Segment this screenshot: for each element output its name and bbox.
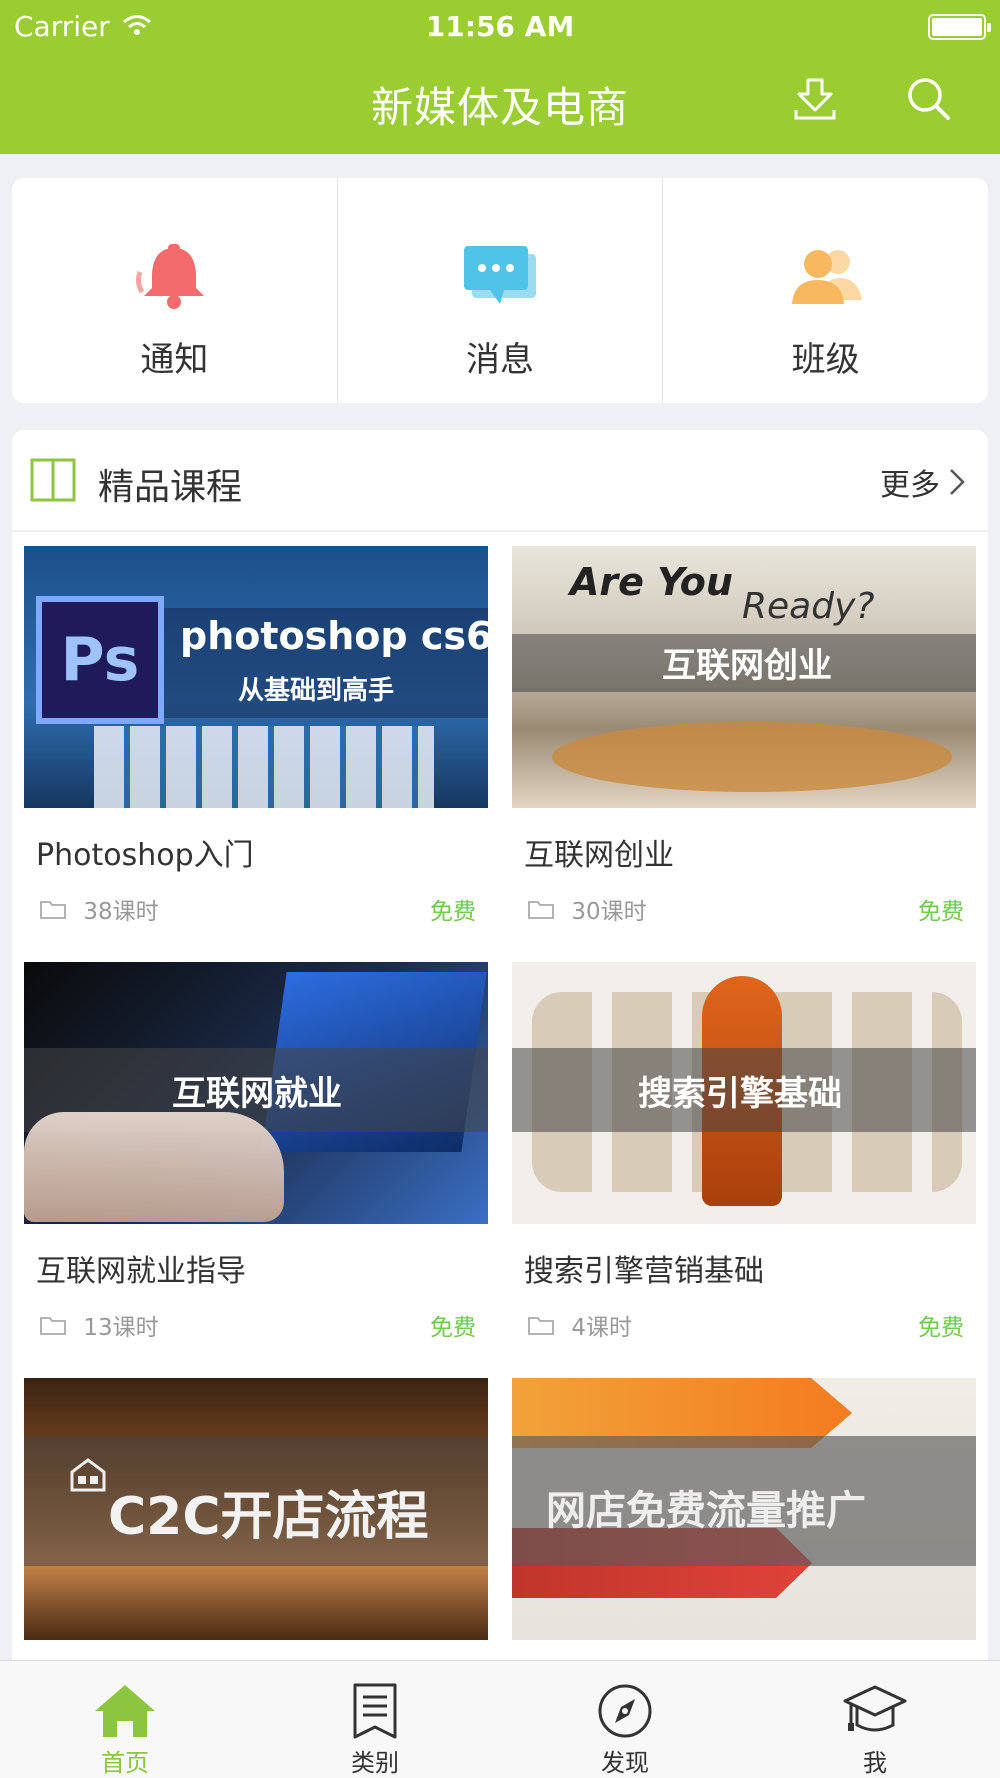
quick-menu: 通知 消息 班级 — [12, 178, 988, 403]
course-card[interactable]: Are You Ready? 互联网创业 互联网创业 30课时 免费 — [512, 546, 976, 925]
section-header: 精品课程 更多 — [12, 430, 988, 532]
chevron-right-icon — [950, 469, 965, 495]
status-time: 11:56 AM — [425, 10, 575, 43]
tab-discover[interactable]: 发现 — [500, 1661, 750, 1778]
compass-icon — [598, 1684, 652, 1738]
hands-graphic — [24, 1112, 284, 1222]
category-icon — [353, 1683, 397, 1739]
course-card[interactable]: 网店免费流量推广 — [512, 1378, 976, 1640]
battery-icon — [928, 14, 991, 40]
tab-label-me: 我 — [863, 1749, 887, 1777]
price-tag: 免费 — [918, 899, 964, 925]
thumb-band-text: 搜索引擎基础 — [638, 1074, 842, 1114]
ps-badge-text: Ps — [42, 602, 158, 718]
course-thumbnail: Ps photoshop cs6 从基础到高手 — [24, 546, 488, 808]
more-link[interactable]: 更多 — [880, 460, 966, 504]
course-meta: 13课时 免费 — [40, 1308, 476, 1342]
thumb-title: Are You — [570, 560, 733, 604]
tab-category[interactable]: 类别 — [250, 1661, 500, 1778]
quick-label-message: 消息 — [466, 340, 534, 380]
course-card[interactable]: 搜索引擎基础 搜索引擎营销基础 4课时 免费 — [512, 962, 976, 1341]
thumb-band-text: 网店免费流量推广 — [546, 1488, 866, 1534]
course-card[interactable]: C2C开店流程 — [24, 1378, 488, 1640]
thumb-band-text: C2C开店流程 — [108, 1487, 429, 1547]
table-graphic — [552, 722, 952, 792]
page-title: 新媒体及电商 — [370, 83, 629, 132]
header-bar: Carrier 11:56 AM 新媒体及电商 — [0, 0, 1000, 154]
lesson-count: 38课时 — [83, 899, 159, 925]
store-icon — [70, 1458, 106, 1492]
thumb-title: photoshop cs6 — [180, 614, 488, 658]
bell-icon — [136, 244, 205, 309]
section-title: 精品课程 — [98, 467, 243, 508]
message-icon — [464, 246, 536, 304]
book-icon — [30, 458, 76, 502]
course-name: 互联网就业指导 — [36, 1254, 246, 1289]
quick-item-notice[interactable]: 通知 — [12, 178, 338, 403]
thumb-subtitle: Ready? — [742, 586, 875, 627]
tab-label-discover: 发现 — [601, 1749, 649, 1777]
search-icon[interactable] — [904, 74, 954, 124]
tab-home[interactable]: 首页 — [0, 1661, 250, 1778]
thumb-band-text: 互联网就业 — [172, 1074, 342, 1114]
course-name: 搜索引擎营销基础 — [524, 1254, 764, 1289]
price-tag: 免费 — [918, 1315, 964, 1341]
course-meta: 38课时 免费 — [40, 892, 476, 926]
status-bar: Carrier 11:56 AM — [0, 8, 1000, 48]
folder-icon — [528, 1317, 554, 1335]
more-label: 更多 — [880, 468, 940, 503]
course-thumbnail: 网店免费流量推广 — [512, 1378, 976, 1640]
price-tag: 免费 — [430, 899, 476, 925]
download-icon[interactable] — [790, 74, 840, 124]
quick-item-message[interactable]: 消息 — [338, 178, 664, 403]
thumb-band-text: 互联网创业 — [662, 646, 832, 686]
course-thumbnail: 互联网就业 — [24, 962, 488, 1224]
bottom-tab-bar: 首页 类别 发现 我 — [0, 1660, 1000, 1778]
course-thumbnail: Are You Ready? 互联网创业 — [512, 546, 976, 808]
course-name: Photoshop入门 — [36, 838, 254, 873]
home-icon — [95, 1685, 155, 1737]
class-icon — [791, 250, 862, 304]
quick-label-class: 班级 — [791, 340, 860, 380]
tab-me[interactable]: 我 — [750, 1661, 1000, 1778]
course-thumbnail: 搜索引擎基础 — [512, 962, 976, 1224]
quick-item-class[interactable]: 班级 — [663, 178, 988, 403]
lesson-count: 30课时 — [571, 899, 647, 925]
tab-label-home: 首页 — [101, 1749, 149, 1777]
price-tag: 免费 — [430, 1315, 476, 1341]
thumb-subtitle: 从基础到高手 — [238, 676, 395, 706]
ps-logo: Ps — [36, 596, 164, 724]
featured-courses-panel: 精品课程 更多 Ps photoshop cs6 从基础到高手 Photosho… — [12, 430, 988, 1670]
folder-icon — [528, 901, 554, 919]
lesson-count: 4课时 — [571, 1315, 632, 1341]
course-meta: 30课时 免费 — [528, 892, 964, 926]
keyboard-graphic — [94, 726, 434, 808]
quick-label-notice: 通知 — [140, 340, 209, 380]
folder-icon — [40, 1317, 66, 1335]
course-thumbnail: C2C开店流程 — [24, 1378, 488, 1640]
graduation-cap-icon — [843, 1685, 907, 1732]
folder-icon — [40, 901, 66, 919]
course-meta: 4课时 免费 — [528, 1308, 964, 1342]
course-name: 互联网创业 — [524, 838, 674, 873]
course-card[interactable]: Ps photoshop cs6 从基础到高手 Photoshop入门 38课时… — [24, 546, 488, 925]
tab-label-category: 类别 — [351, 1749, 399, 1777]
course-card[interactable]: 互联网就业 互联网就业指导 13课时 免费 — [24, 962, 488, 1341]
lesson-count: 13课时 — [83, 1315, 159, 1341]
